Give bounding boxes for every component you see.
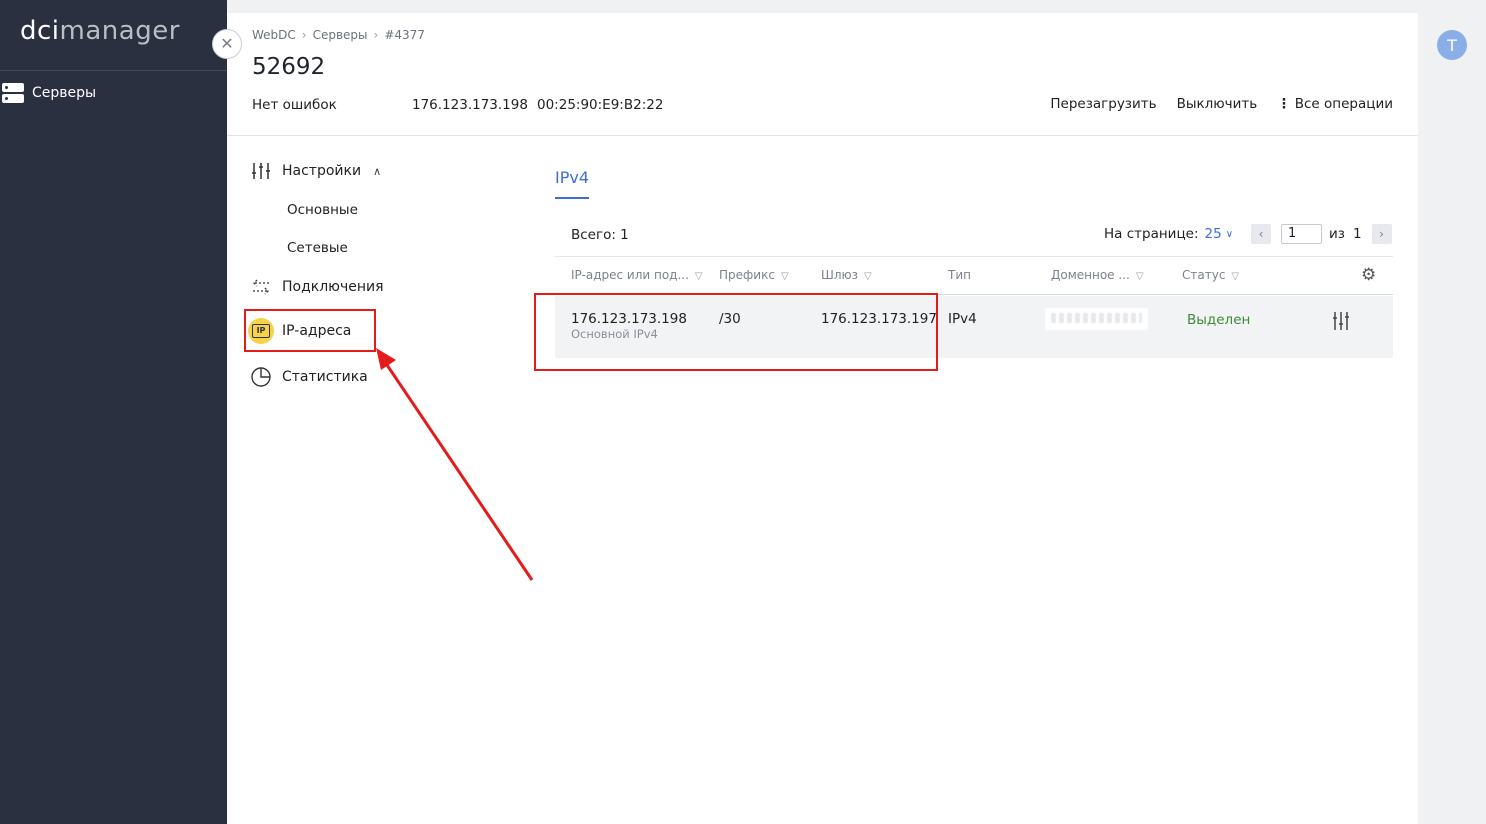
all-operations-button[interactable]: ⋮ Все операции — [1277, 96, 1393, 112]
sliders-icon — [250, 160, 272, 182]
tab-ipv4[interactable]: IPv4 — [555, 168, 590, 199]
nav-item-servers[interactable]: Серверы — [0, 80, 227, 106]
gear-icon[interactable]: ⚙ — [1361, 266, 1379, 284]
header-divider — [227, 135, 1418, 136]
status-badge: Выделен — [1187, 312, 1251, 328]
page-title: 52692 — [252, 54, 326, 80]
menu-statistics[interactable]: Статистика — [250, 366, 368, 388]
row-settings-icon[interactable] — [1331, 310, 1351, 332]
top-gutter — [227, 0, 1418, 13]
power-off-button[interactable]: Выключить — [1177, 96, 1258, 112]
per-page-label: На странице: — [1104, 226, 1199, 242]
filter-icon[interactable]: ▽ — [695, 271, 703, 282]
logo-dark: dci — [20, 16, 60, 46]
chevron-up-icon: ∧ — [373, 164, 382, 178]
breadcrumb-item-current[interactable]: #4377 — [384, 28, 425, 42]
submenu-network[interactable]: Сетевые — [287, 240, 348, 256]
next-page-button[interactable]: › — [1371, 224, 1392, 244]
app-logo[interactable]: dcimanager — [20, 16, 180, 46]
menu-connections-label: Подключения — [282, 279, 384, 295]
annotation-box-menu — [244, 309, 376, 352]
server-icon — [2, 82, 24, 104]
column-ip[interactable]: IP-адрес или под... ▽ — [571, 268, 703, 282]
column-gateway[interactable]: Шлюз ▽ — [821, 268, 872, 282]
server-ip: 176.123.173.198 — [412, 97, 528, 113]
column-domain-label: Доменное ... — [1051, 268, 1130, 282]
page-number-input[interactable]: 1 — [1281, 224, 1323, 244]
breadcrumb: WebDC › Серверы › #4377 — [252, 28, 425, 42]
per-page-select[interactable]: 25 — [1205, 226, 1222, 242]
filter-icon[interactable]: ▽ — [864, 271, 872, 282]
page-of-label: из — [1329, 226, 1345, 242]
breadcrumb-item-webdc[interactable]: WebDC — [252, 28, 296, 42]
column-status[interactable]: Статус ▽ — [1182, 268, 1239, 282]
connections-icon — [250, 276, 272, 298]
column-ip-label: IP-адрес или под... — [571, 268, 689, 282]
nav-item-label: Серверы — [32, 85, 97, 101]
header-actions: Перезагрузить Выключить ⋮ Все операции — [1050, 96, 1393, 112]
more-vertical-icon: ⋮ — [1277, 96, 1291, 112]
submenu-basic[interactable]: Основные — [287, 202, 358, 218]
reboot-button[interactable]: Перезагрузить — [1050, 96, 1156, 112]
pagination: На странице: 25 ∨ ‹ 1 из 1 › — [1104, 224, 1392, 244]
menu-settings-label: Настройки — [282, 163, 362, 179]
server-status: Нет ошибок — [252, 97, 337, 113]
logo-light: manager — [59, 16, 180, 46]
menu-settings[interactable]: Настройки ∧ — [250, 160, 381, 182]
close-panel-button[interactable]: ✕ — [212, 29, 242, 59]
table-header: IP-адрес или под... ▽ Префикс ▽ Шлюз ▽ Тип … — [555, 256, 1393, 295]
app-sidebar: dcimanager Серверы — [0, 0, 227, 824]
chevron-left-icon: ‹ — [1258, 227, 1264, 241]
total-count: Всего: 1 — [571, 227, 629, 243]
column-domain[interactable]: Доменное ... ▽ — [1051, 268, 1144, 282]
annotation-box-row — [534, 293, 938, 371]
column-type-label: Тип — [948, 268, 971, 282]
server-mac: 00:25:90:E9:B2:22 — [537, 97, 664, 113]
column-type[interactable]: Тип — [948, 268, 971, 282]
menu-statistics-label: Статистика — [282, 369, 368, 385]
cell-domain-redacted — [1045, 308, 1148, 330]
cell-type: IPv4 — [948, 311, 977, 327]
filter-icon[interactable]: ▽ — [1231, 271, 1239, 282]
breadcrumb-separator-icon: › — [301, 28, 307, 42]
chevron-right-icon: › — [1379, 227, 1384, 241]
all-operations-label: Все операции — [1294, 96, 1393, 112]
menu-connections[interactable]: Подключения — [250, 276, 384, 298]
prev-page-button[interactable]: ‹ — [1251, 224, 1272, 244]
breadcrumb-item-servers[interactable]: Серверы — [313, 28, 368, 42]
column-prefix[interactable]: Префикс ▽ — [719, 268, 789, 282]
column-gateway-label: Шлюз — [821, 268, 858, 282]
column-prefix-label: Префикс — [719, 268, 775, 282]
chevron-down-icon[interactable]: ∨ — [1226, 229, 1233, 240]
user-avatar[interactable]: T — [1437, 30, 1467, 60]
close-icon: ✕ — [220, 34, 234, 53]
right-gutter — [1418, 0, 1486, 824]
page-total: 1 — [1352, 226, 1362, 242]
column-status-label: Статус — [1182, 268, 1226, 282]
sidebar-divider — [0, 70, 227, 71]
filter-icon[interactable]: ▽ — [781, 271, 789, 282]
filter-icon[interactable]: ▽ — [1136, 271, 1144, 282]
pie-chart-icon — [250, 366, 272, 388]
breadcrumb-separator-icon: › — [373, 28, 379, 42]
